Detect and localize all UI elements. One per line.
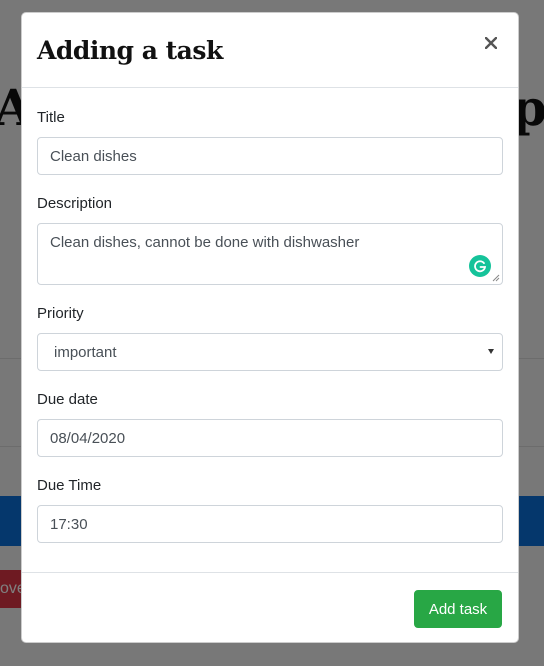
description-textarea-value: Clean dishes, cannot be done with dishwa… <box>50 234 360 251</box>
modal-header: Adding a task <box>22 13 518 88</box>
due-time-input[interactable]: 17:30 <box>37 505 503 543</box>
caret-down-icon <box>488 349 494 354</box>
resize-grip-icon[interactable] <box>492 274 500 282</box>
priority-select-value: important <box>54 343 117 361</box>
add-task-button[interactable]: Add task <box>414 590 502 628</box>
close-icon <box>485 37 497 49</box>
modal-title: Adding a task <box>37 35 223 65</box>
due-date-input[interactable]: 08/04/2020 <box>37 419 503 457</box>
close-button[interactable] <box>481 33 501 53</box>
due-date-group: Due date 08/04/2020 <box>37 389 503 457</box>
due-time-label: Due Time <box>37 477 102 494</box>
modal-footer: Add task <box>22 572 518 642</box>
description-label: Description <box>37 195 113 212</box>
priority-group: Priority important <box>37 303 503 371</box>
due-time-group: Due Time 17:30 <box>37 475 503 543</box>
add-task-modal: Adding a task Title Clean dishes Descrip… <box>21 12 519 643</box>
modal-body: Title Clean dishes Description Clean dis… <box>22 88 518 543</box>
title-input-value: Clean dishes <box>50 147 137 165</box>
priority-select[interactable]: important <box>37 333 503 371</box>
title-label: Title <box>37 109 65 126</box>
priority-label: Priority <box>37 305 84 322</box>
grammarly-icon[interactable] <box>469 255 491 277</box>
due-date-input-value: 08/04/2020 <box>50 429 126 447</box>
description-group: Description Clean dishes, cannot be done… <box>37 193 503 285</box>
description-textarea[interactable]: Clean dishes, cannot be done with dishwa… <box>37 223 503 285</box>
title-group: Title Clean dishes <box>37 107 503 175</box>
due-date-label: Due date <box>37 391 98 408</box>
title-input[interactable]: Clean dishes <box>37 137 503 175</box>
due-time-input-value: 17:30 <box>50 515 88 533</box>
